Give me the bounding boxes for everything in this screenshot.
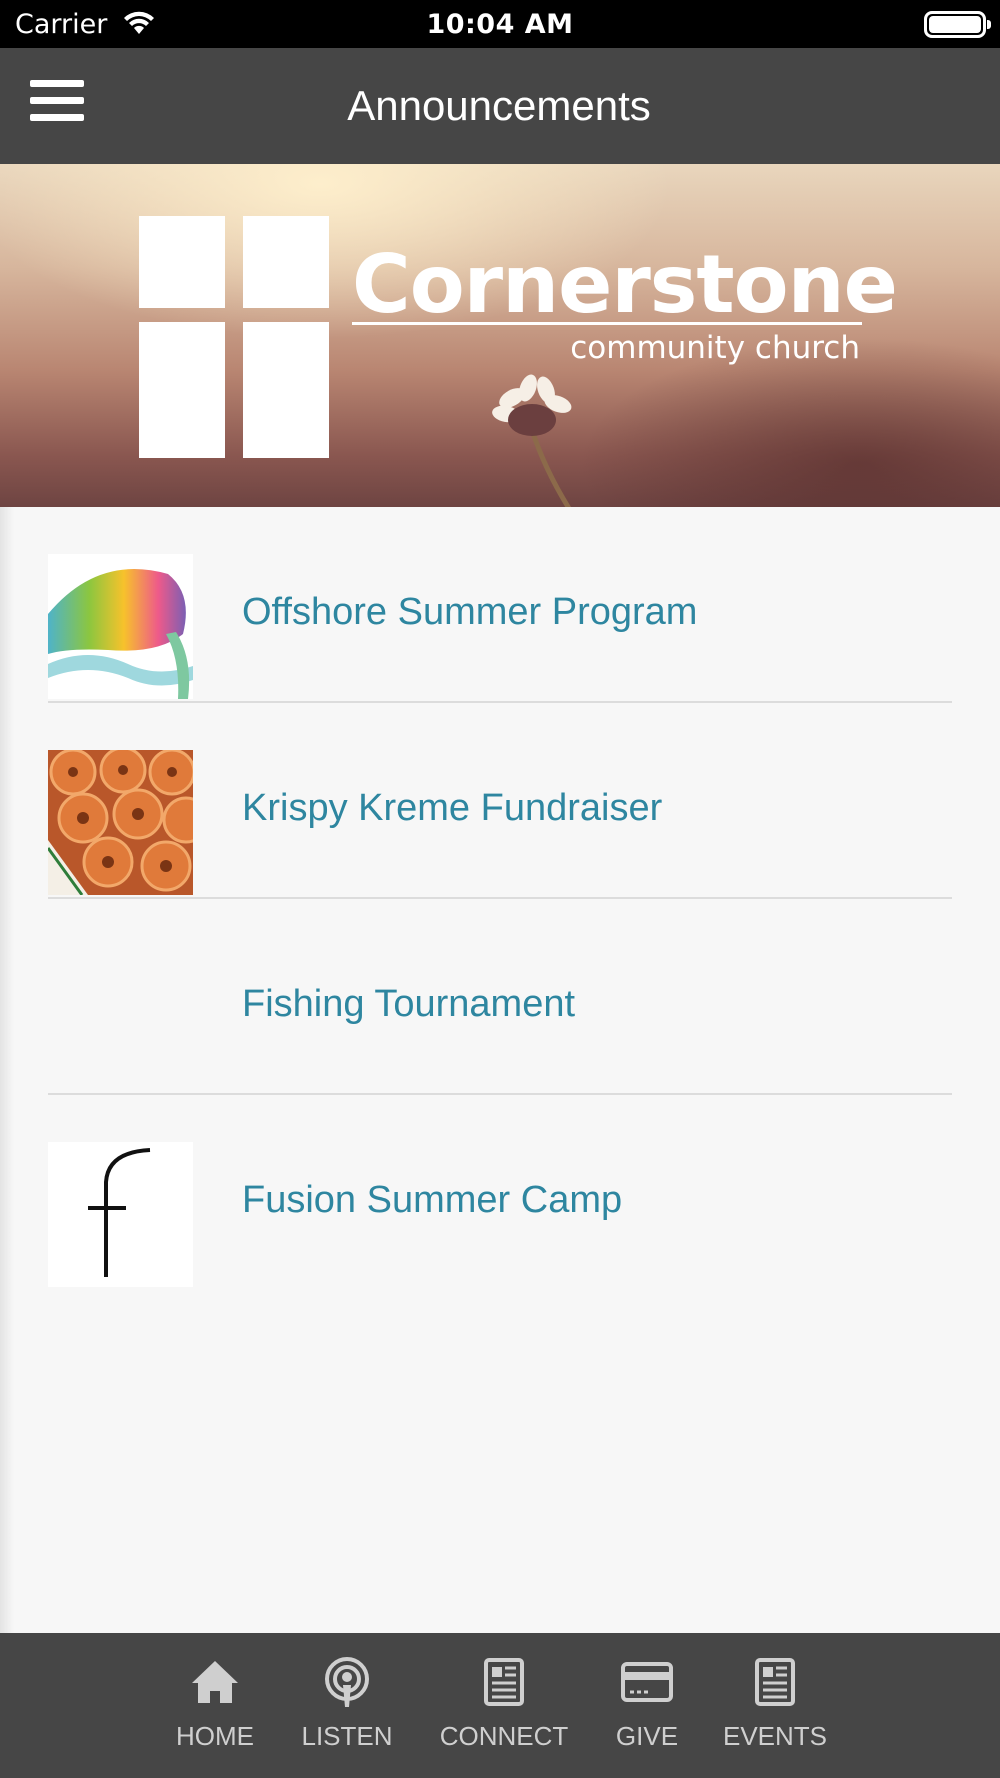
tab-label: LISTEN [301, 1721, 393, 1751]
credit-card-icon [621, 1662, 673, 1702]
clock: 10:04 AM [426, 9, 574, 40]
status-bar: Carrier 10:04 AM [0, 0, 1000, 48]
offshore-thumbnail [48, 554, 193, 699]
home-icon [192, 1661, 238, 1703]
tab-home[interactable]: HOME [165, 1633, 265, 1778]
podcast-icon [325, 1657, 369, 1707]
list-item[interactable]: Offshore Summer Program [48, 507, 952, 703]
item-title: Fusion Summer Camp [242, 1179, 623, 1221]
list-item[interactable]: Krispy Kreme Fundraiser [48, 703, 952, 899]
church-subtitle: community church [570, 330, 860, 366]
tab-label: HOME [176, 1721, 254, 1751]
list-item[interactable]: Fusion Summer Camp [48, 1095, 952, 1291]
newspaper-icon [484, 1658, 524, 1706]
list-item[interactable]: Fishing Tournament [48, 899, 952, 1095]
flower-icon [492, 374, 572, 507]
item-title: Krispy Kreme Fundraiser [242, 787, 663, 829]
donuts-thumbnail [48, 750, 193, 895]
banner-divider [352, 322, 862, 325]
tab-connect[interactable]: CONNECT [434, 1633, 574, 1778]
item-title: Fishing Tournament [242, 983, 576, 1025]
tab-listen[interactable]: LISTEN [297, 1633, 397, 1778]
battery-icon [924, 11, 991, 38]
church-name: Cornerstone [352, 238, 898, 331]
tab-label: GIVE [615, 1721, 679, 1751]
tab-bar: HOME LISTEN CONNECT GIVE EVENTS [0, 1633, 1000, 1778]
announcement-list: Offshore Summer Program Krispy Kreme Fun… [0, 507, 1000, 1291]
tab-events[interactable]: EVENTS [715, 1633, 835, 1778]
tab-label: CONNECT [439, 1721, 569, 1751]
page-title: Announcements [347, 82, 651, 129]
item-title: Offshore Summer Program [242, 591, 698, 633]
tab-give[interactable]: GIVE [597, 1633, 697, 1778]
newspaper-icon [755, 1658, 795, 1706]
tab-label: EVENTS [722, 1721, 828, 1751]
nav-bar: Announcements [0, 48, 1000, 164]
hamburger-menu-icon[interactable] [30, 80, 84, 126]
fusion-thumbnail [48, 1142, 193, 1287]
church-banner: Cornerstone community church [0, 164, 1000, 507]
